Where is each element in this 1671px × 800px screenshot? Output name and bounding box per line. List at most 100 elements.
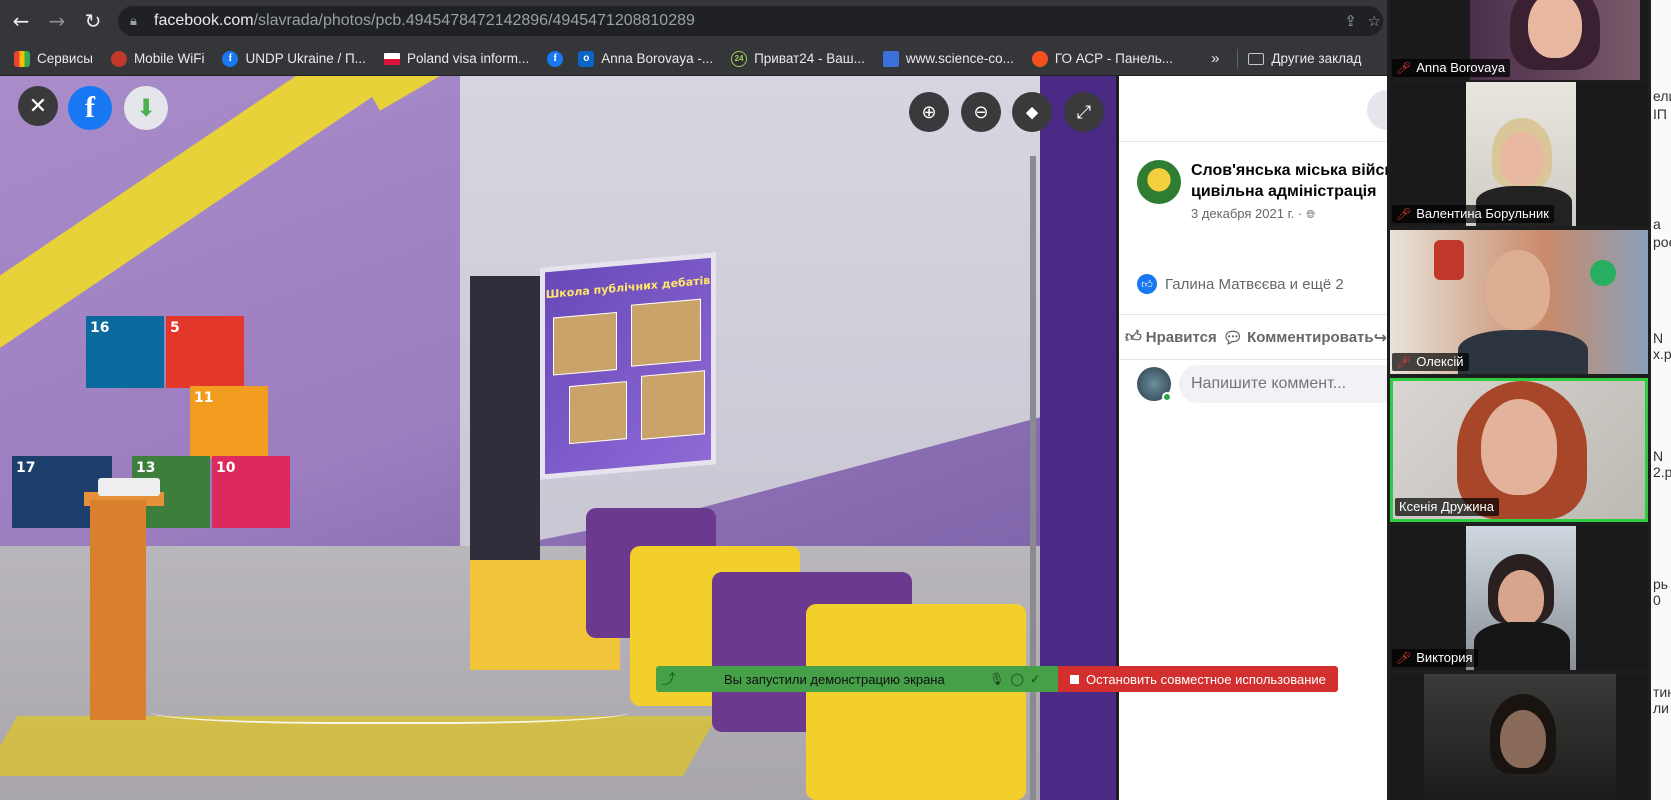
bookmark-services[interactable]: Сервисы [14,50,93,67]
bookmark-label: Другие заклад [1271,51,1362,66]
photo-projector [98,478,160,496]
like-button[interactable]: 👍︎ Нравится [1125,327,1217,347]
back-arrow-icon[interactable]: ← [6,6,36,36]
pin-icon[interactable]: ⤴ [662,669,676,689]
online-status-dot [1162,392,1172,402]
stop-square-icon [1070,674,1079,684]
bookmark-undp[interactable]: f UNDP Ukraine / П... [222,50,366,67]
bookmark-go-asr[interactable]: ГО АСР - Панель... [1031,50,1173,67]
muted-mic-icon: 🎤︎ [1396,60,1412,75]
share-status-text: Вы запустили демонстрацию экрана [724,671,945,687]
reload-icon[interactable]: ↻ [78,6,108,36]
tag-icon[interactable]: ⬥ [1012,92,1052,132]
share-status-icons[interactable]: 🎙︎◯✓ [989,672,1046,686]
lock-icon[interactable]: 🔒︎ [130,14,142,29]
bookmark-facebook[interactable]: f [547,50,570,67]
participant-body [1474,622,1570,670]
zoom-out-icon[interactable]: ⊖ [961,92,1001,132]
stop-sharing-button[interactable]: Остановить совместное использование [1058,666,1338,692]
reactions-summary[interactable]: 👍︎ Галина Матвєєва и ещё 2 [1137,274,1344,294]
page-name-line: Слов'янська міська війсь [1191,162,1395,179]
edge-text: х.р [1653,346,1671,362]
page-name[interactable]: Слов'янська міська війсь цивільна адміні… [1191,160,1395,202]
share-page-icon[interactable]: ⇪ [1344,12,1357,30]
zoom-in-icon[interactable]: ⊕ [909,92,949,132]
participant-name: Валентина Борульник [1416,206,1549,221]
edge-text: рое [1653,234,1671,250]
post-actions: 👍︎Нравится 💬︎Комментировать ↪По [1119,314,1390,360]
page-name-line: цивільна адміністрація [1191,183,1377,200]
participant-face [1500,710,1546,768]
bookmark-label: Mobile WiFi [133,51,205,66]
bookmark-label: www.science-co... [905,51,1014,66]
bookmark-star-icon[interactable]: ☆ [1368,12,1381,30]
screen-photo [641,370,705,440]
avatar[interactable] [1137,367,1172,402]
bookmark-mobile-wifi[interactable]: Mobile WiFi [110,50,205,67]
participant-tile[interactable]: 🎤︎ Виктория [1390,526,1648,670]
comment-button[interactable]: 💬︎ Комментировать [1223,328,1374,347]
bookmark-label: Poland visa inform... [406,51,530,66]
participant-tile[interactable]: 🎤︎ Валентина Борульник [1390,82,1648,226]
thumbs-up-icon: 👍︎ [1125,327,1142,346]
sdg-cube: 5 [166,316,244,388]
close-icon[interactable]: ✕ [18,86,58,126]
edge-text: 2.р [1653,464,1671,480]
participant-name: Виктория [1416,650,1473,665]
bookmark-poland-visa[interactable]: Poland visa inform... [383,51,530,66]
download-arrow-icon[interactable]: ⬇ [124,86,168,130]
other-bookmarks-folder[interactable]: Другие заклад [1248,51,1361,66]
participant-face [1528,0,1582,58]
outlook-icon: o [578,50,595,67]
photo-door [470,276,540,576]
facebook-icon: f [222,50,239,67]
edge-text: N [1653,330,1664,346]
photo-pouf [806,604,1026,800]
comment-input[interactable] [1179,365,1398,403]
apps-grid-icon [14,50,30,67]
sidebar-header [1119,76,1407,142]
photo-cable [150,694,630,724]
edge-text: ли [1653,700,1669,716]
bookmark-science[interactable]: www.science-co... [882,50,1014,67]
edge-text: ели [1653,88,1671,104]
participant-name-label: 🎤︎ Anna Borovaya [1392,59,1511,77]
participant-name-label: Ксенія Дружина [1395,498,1499,516]
address-bar[interactable]: 🔒︎ facebook.com/slavrada/photos/pcb.4945… [118,6,1383,36]
participant-tile[interactable] [1390,674,1648,800]
fullscreen-icon[interactable]: ⤢ [1064,92,1104,132]
edge-text: ІП [1653,106,1667,122]
forward-arrow-icon[interactable]: → [42,6,72,36]
facebook-logo-icon[interactable]: f [68,86,112,130]
url-domain: facebook.com [154,12,254,29]
participant-body [1458,330,1588,374]
participant-tile-active-speaker[interactable]: Ксенія Дружина [1390,378,1648,522]
bookmarks-divider [1237,48,1239,69]
participant-name: Олексій [1416,354,1464,369]
photo-pole [1030,156,1036,800]
browser-toolbar: ← → ↻ 🔒︎ facebook.com/slavrada/photos/pc… [0,0,1387,42]
facebook-icon: f [547,50,564,67]
participant-name: Ксенія Дружина [1399,499,1494,514]
post-date[interactable]: 3 декабря 2021 г. · 🌐︎ [1191,206,1315,222]
bookmarks-overflow-button[interactable]: » [1211,50,1219,67]
participant-tile[interactable]: 🎤︎ Anna Borovaya [1390,0,1648,80]
share-status[interactable]: ⤴ Вы запустили демонстрацию экрана 🎙︎◯✓ [656,666,1058,692]
reactions-text: Галина Матвєєва и ещё 2 [1165,275,1344,293]
participant-tile[interactable]: 🎤︎ Олексій [1390,230,1648,374]
like-label: Нравится [1145,328,1217,346]
participant-decor [1434,240,1464,280]
bookmark-privat24[interactable]: 24 Приват24 - Ваш... [731,50,865,67]
edge-text: тин [1653,684,1671,700]
comment-composer [1137,364,1398,404]
screen-share-bar: ⤴ Вы запустили демонстрацию экрана 🎙︎◯✓ … [656,666,1338,692]
page-avatar[interactable] [1137,160,1181,204]
screen-photo [631,298,701,367]
participant-name-label: 🎤︎ Олексій [1392,353,1469,371]
participant-video [1424,674,1616,800]
bookmark-anna-borovaya[interactable]: o Anna Borovaya -... [578,50,713,67]
globe-icon: 🌐︎ [1306,208,1316,221]
edge-text: а [1653,216,1661,232]
photo-projection-screen: Школа публічних дебатів [540,252,716,480]
sdg-cube: 16 [86,316,164,388]
